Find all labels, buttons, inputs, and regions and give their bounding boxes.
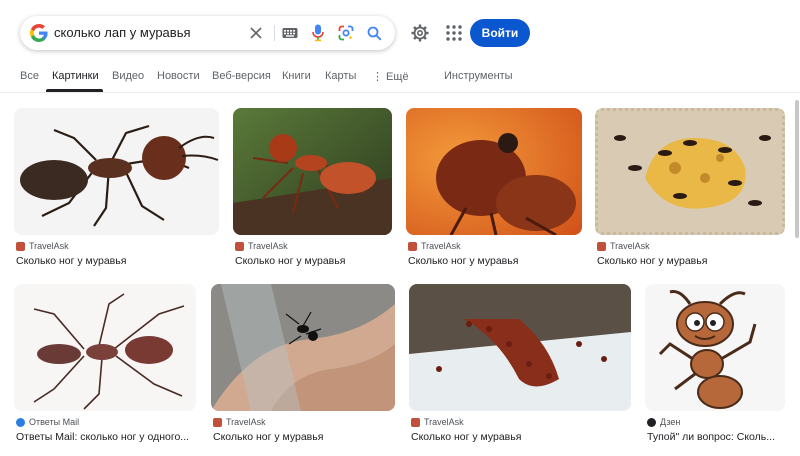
keyboard-icon[interactable] (280, 23, 300, 43)
search-box[interactable]: сколько лап у муравья (20, 16, 395, 50)
tab-maps[interactable]: Карты (325, 70, 356, 82)
result-source: TravelAsk (16, 241, 69, 251)
microphone-icon[interactable] (308, 23, 328, 43)
tab-tools[interactable]: Инструменты (444, 70, 513, 82)
result-title[interactable]: Сколько ног у муравья (408, 255, 580, 267)
travelask-favicon-icon (597, 241, 606, 251)
result-thumbnail[interactable] (595, 108, 785, 235)
result-title[interactable]: Сколько ног у муравья (235, 255, 391, 267)
tab-video[interactable]: Видео (112, 70, 144, 82)
result-title[interactable]: Ответы Mail: сколько ног у одного... (16, 431, 196, 443)
travelask-favicon-icon (235, 241, 244, 251)
result-source: TravelAsk (411, 417, 464, 427)
search-tabs: Все Картинки Видео Новости Веб-версия Кн… (0, 64, 800, 92)
search-icon[interactable] (364, 23, 384, 43)
result-thumbnail[interactable] (645, 284, 785, 411)
settings-gear-icon[interactable] (410, 23, 430, 43)
result-title[interactable]: Тупой" ли вопрос: Сколь... (647, 431, 785, 443)
result-title[interactable]: Сколько ног у муравья (213, 431, 393, 443)
result-thumbnail[interactable] (406, 108, 582, 235)
apps-grid-icon[interactable] (444, 23, 464, 43)
result-thumbnail[interactable] (14, 108, 219, 235)
tab-news[interactable]: Новости (157, 70, 200, 82)
result-source: TravelAsk (213, 417, 266, 427)
header-divider (0, 92, 800, 93)
result-title[interactable]: Сколько ног у муравья (411, 431, 631, 443)
tab-web[interactable]: Веб-версия (212, 70, 271, 82)
travelask-favicon-icon (408, 241, 417, 251)
tab-all[interactable]: Все (20, 70, 39, 82)
result-source: TravelAsk (597, 241, 650, 251)
result-thumbnail[interactable] (211, 284, 395, 411)
search-divider (274, 25, 275, 41)
result-source: Дзен (647, 417, 680, 427)
result-source: TravelAsk (408, 241, 461, 251)
tab-books[interactable]: Книги (282, 70, 311, 82)
result-title[interactable]: Сколько ног у муравья (597, 255, 785, 267)
sign-in-button[interactable]: Войти (470, 19, 530, 47)
result-source: TravelAsk (235, 241, 288, 251)
travelask-favicon-icon (16, 241, 25, 251)
tab-images[interactable]: Картинки (52, 70, 99, 82)
result-title[interactable]: Сколько ног у муравья (16, 255, 216, 267)
dzen-favicon-icon (647, 417, 656, 427)
google-lens-icon[interactable] (336, 23, 356, 43)
result-source: Ответы Mail (16, 417, 79, 427)
tab-more[interactable]: ⋮ Ещё (372, 70, 409, 83)
result-thumbnail[interactable] (409, 284, 631, 411)
mail-favicon-icon (16, 417, 25, 427)
google-logo-icon (30, 24, 48, 42)
clear-icon[interactable] (246, 23, 266, 43)
search-input[interactable]: сколько лап у муравья (54, 25, 191, 40)
result-thumbnail[interactable] (14, 284, 196, 411)
result-thumbnail[interactable] (233, 108, 392, 235)
travelask-favicon-icon (213, 417, 222, 427)
scrollbar-thumb[interactable] (795, 100, 799, 238)
travelask-favicon-icon (411, 417, 420, 427)
